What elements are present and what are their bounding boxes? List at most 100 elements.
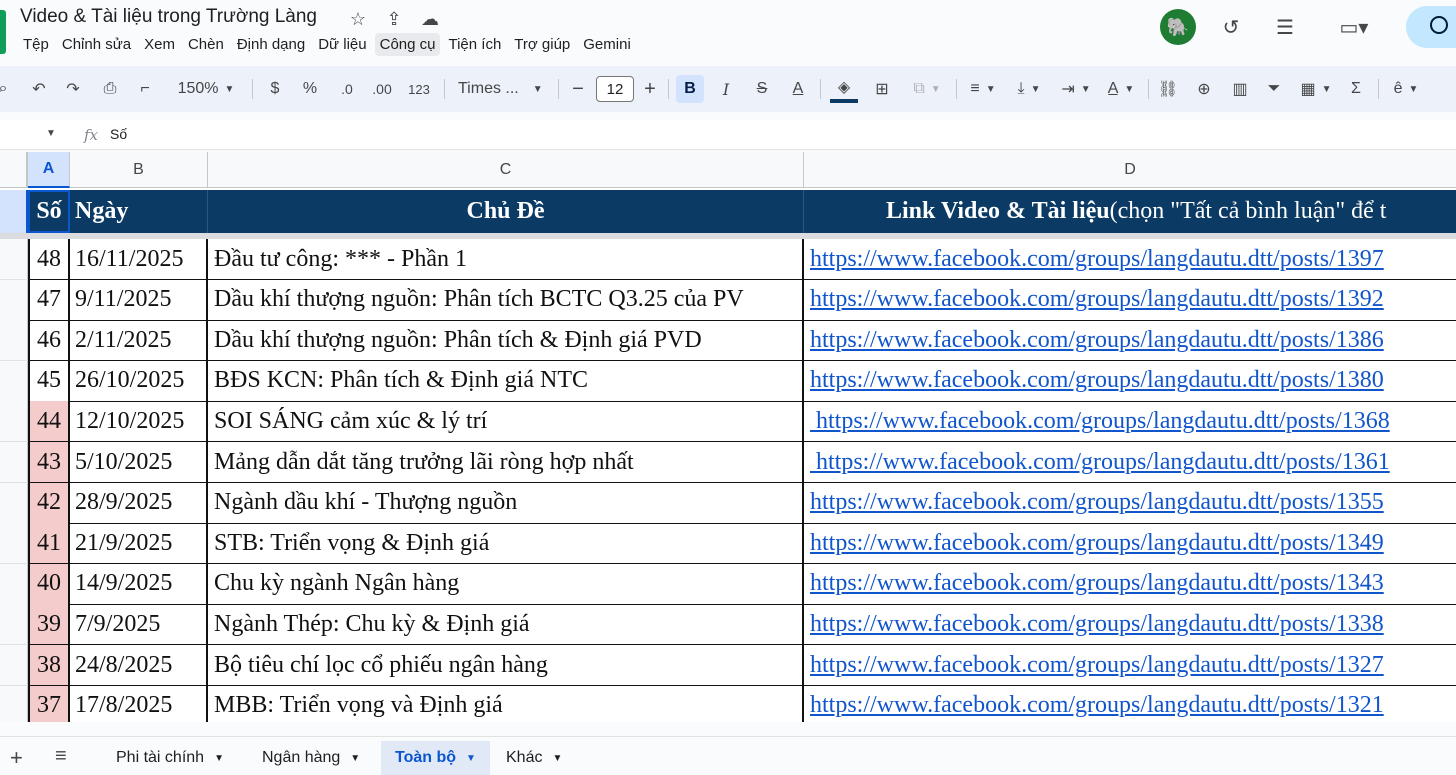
chevron-down-icon[interactable]: ▼ bbox=[466, 753, 476, 764]
paint-format-icon[interactable]: ⌐ bbox=[134, 75, 156, 103]
increase-decimal-button[interactable]: .00 bbox=[368, 75, 396, 103]
sheets-logo[interactable] bbox=[0, 10, 6, 54]
header-cell-so[interactable]: Số bbox=[28, 190, 70, 233]
select-all-corner[interactable] bbox=[0, 152, 28, 188]
text-wrapping-icon[interactable]: ⇥ ▼ bbox=[1056, 75, 1096, 103]
search-menus-icon[interactable]: ⌕ bbox=[0, 75, 12, 103]
cell-so[interactable]: 40 bbox=[28, 563, 70, 605]
menu-item-5[interactable]: Dữ liệu bbox=[313, 33, 371, 56]
increase-font-size-button[interactable]: + bbox=[640, 75, 660, 103]
formula-input[interactable]: Số bbox=[110, 126, 127, 142]
insert-chart-icon[interactable]: ▥ bbox=[1228, 75, 1252, 103]
menu-item-9[interactable]: Gemini bbox=[578, 33, 636, 56]
sheet-tab-3[interactable]: Khác ▼ bbox=[492, 741, 576, 775]
chevron-down-icon[interactable]: ▼ bbox=[350, 753, 360, 764]
menu-item-2[interactable]: Xem bbox=[139, 33, 180, 56]
header-cell-ngay[interactable]: Ngày bbox=[70, 190, 208, 233]
zoom-select[interactable]: 150% ▼ bbox=[168, 75, 244, 103]
cell-ngay[interactable]: 17/8/2025 bbox=[70, 685, 208, 722]
sheet-tab-2[interactable]: Toàn bộ ▼ bbox=[381, 741, 490, 775]
bold-button[interactable]: B bbox=[676, 75, 704, 103]
cell-link[interactable]: https://www.facebook.com/groups/langdaut… bbox=[804, 442, 1456, 483]
sheet-tab-1[interactable]: Ngân hàng ▼ bbox=[248, 741, 374, 775]
vertical-align-icon[interactable]: ⤓ ▼ bbox=[1010, 75, 1048, 103]
cell-link[interactable]: https://www.facebook.com/groups/langdaut… bbox=[804, 483, 1456, 524]
print-icon[interactable]: ⎙ bbox=[98, 75, 122, 103]
input-tools-icon[interactable]: ê ▼ bbox=[1388, 75, 1424, 103]
column-header-a[interactable]: A bbox=[28, 152, 70, 188]
cell-link[interactable]: https://www.facebook.com/groups/langdaut… bbox=[804, 320, 1456, 362]
cell-chu-de[interactable]: SOI SÁNG cảm xúc & lý trí bbox=[208, 401, 804, 443]
menu-item-6[interactable]: Công cụ bbox=[374, 33, 441, 56]
cell-link[interactable]: https://www.facebook.com/groups/langdaut… bbox=[804, 645, 1456, 686]
cell-ngay[interactable]: 9/11/2025 bbox=[70, 279, 208, 321]
font-size-input[interactable]: 12 bbox=[596, 76, 634, 102]
cell-link[interactable]: https://www.facebook.com/groups/langdaut… bbox=[804, 401, 1456, 443]
cell-link[interactable]: https://www.facebook.com/groups/langdaut… bbox=[804, 523, 1456, 565]
sheet-tab-0[interactable]: Phi tài chính ▼ bbox=[102, 741, 238, 775]
cell-so[interactable]: 37 bbox=[28, 685, 70, 722]
add-sheet-icon[interactable]: + bbox=[10, 745, 23, 771]
currency-format-button[interactable]: $ bbox=[264, 75, 286, 103]
cell-so[interactable]: 43 bbox=[28, 442, 70, 483]
cell-so[interactable]: 41 bbox=[28, 523, 70, 565]
row-header[interactable] bbox=[0, 401, 28, 443]
italic-button[interactable]: I bbox=[714, 75, 738, 103]
cell-so[interactable]: 47 bbox=[28, 279, 70, 321]
cell-chu-de[interactable]: Chu kỳ ngành Ngân hàng bbox=[208, 563, 804, 605]
cell-ngay[interactable]: 7/9/2025 bbox=[70, 604, 208, 646]
column-header-b[interactable]: B bbox=[70, 152, 208, 188]
cell-link[interactable]: https://www.facebook.com/groups/langdaut… bbox=[804, 564, 1456, 605]
star-icon[interactable]: ☆ bbox=[346, 7, 370, 31]
cell-so[interactable]: 39 bbox=[28, 604, 70, 646]
cell-ngay[interactable]: 14/9/2025 bbox=[70, 563, 208, 605]
cell-link[interactable]: https://www.facebook.com/groups/langdaut… bbox=[804, 604, 1456, 646]
version-history-icon[interactable]: ↺ bbox=[1218, 14, 1244, 40]
fill-color-icon[interactable]: ◈ bbox=[830, 75, 858, 103]
row-header[interactable] bbox=[0, 604, 28, 646]
cell-ngay[interactable]: 24/8/2025 bbox=[70, 645, 208, 686]
row-header[interactable] bbox=[0, 523, 28, 565]
cell-ngay[interactable]: 5/10/2025 bbox=[70, 442, 208, 483]
horizontal-align-icon[interactable]: ≡ ▼ bbox=[964, 75, 1002, 103]
cell-chu-de[interactable]: BĐS KCN: Phân tích & Định giá NTC bbox=[208, 360, 804, 402]
menu-item-4[interactable]: Định dạng bbox=[232, 33, 310, 56]
functions-icon[interactable]: Σ bbox=[1344, 75, 1368, 103]
text-rotation-icon[interactable]: A̲ ▼ bbox=[1102, 75, 1140, 103]
row-header[interactable] bbox=[0, 442, 28, 483]
cell-ngay[interactable]: 12/10/2025 bbox=[70, 401, 208, 443]
merge-cells-icon[interactable]: ⧉ ▼ bbox=[906, 75, 948, 103]
menu-item-3[interactable]: Chèn bbox=[183, 33, 229, 56]
row-header[interactable] bbox=[0, 482, 28, 524]
cell-chu-de[interactable]: Dầu khí thượng nguồn: Phân tích & Định g… bbox=[208, 320, 804, 362]
insert-link-icon[interactable]: ⛓ bbox=[1156, 75, 1180, 103]
row-header[interactable] bbox=[0, 563, 28, 605]
cell-chu-de[interactable]: Bộ tiêu chí lọc cổ phiếu ngân hàng bbox=[208, 645, 804, 686]
row-header-1[interactable] bbox=[0, 190, 28, 233]
row-header[interactable] bbox=[0, 645, 28, 686]
name-box-dropdown[interactable]: ▼ bbox=[46, 128, 56, 139]
cell-so[interactable]: 46 bbox=[28, 320, 70, 362]
meet-icon[interactable]: ▭▾ bbox=[1334, 14, 1374, 40]
cell-chu-de[interactable]: Đầu tư công: *** - Phần 1 bbox=[208, 239, 804, 280]
font-family-select[interactable]: Times ... ▼ bbox=[454, 75, 548, 103]
cell-chu-de[interactable]: MBB: Triển vọng và Định giá bbox=[208, 685, 804, 722]
header-cell-link[interactable]: Link Video & Tài liệu (chọn "Tất cả bình… bbox=[804, 190, 1456, 233]
filter-views-icon[interactable]: ▦ ▼ bbox=[1296, 75, 1336, 103]
all-sheets-icon[interactable]: ≡ bbox=[55, 745, 67, 768]
cell-ngay[interactable]: 21/9/2025 bbox=[70, 523, 208, 565]
row-header[interactable] bbox=[0, 685, 28, 722]
menu-item-7[interactable]: Tiện ích bbox=[443, 33, 506, 56]
cell-ngay[interactable]: 16/11/2025 bbox=[70, 239, 208, 280]
chevron-down-icon[interactable]: ▼ bbox=[214, 753, 224, 764]
cell-ngay[interactable]: 26/10/2025 bbox=[70, 360, 208, 402]
cell-chu-de[interactable]: Ngành Thép: Chu kỳ & Định giá bbox=[208, 604, 804, 646]
header-cell-chu-de[interactable]: Chủ Đề bbox=[208, 190, 804, 233]
cell-link[interactable]: https://www.facebook.com/groups/langdaut… bbox=[804, 239, 1456, 280]
cell-so[interactable]: 38 bbox=[28, 645, 70, 686]
cell-so[interactable]: 48 bbox=[28, 239, 70, 280]
insert-comment-icon[interactable]: ⊕ bbox=[1192, 75, 1216, 103]
row-header[interactable] bbox=[0, 239, 28, 280]
strikethrough-button[interactable]: S bbox=[750, 75, 774, 103]
decrease-decimal-button[interactable]: .0 bbox=[334, 75, 360, 103]
